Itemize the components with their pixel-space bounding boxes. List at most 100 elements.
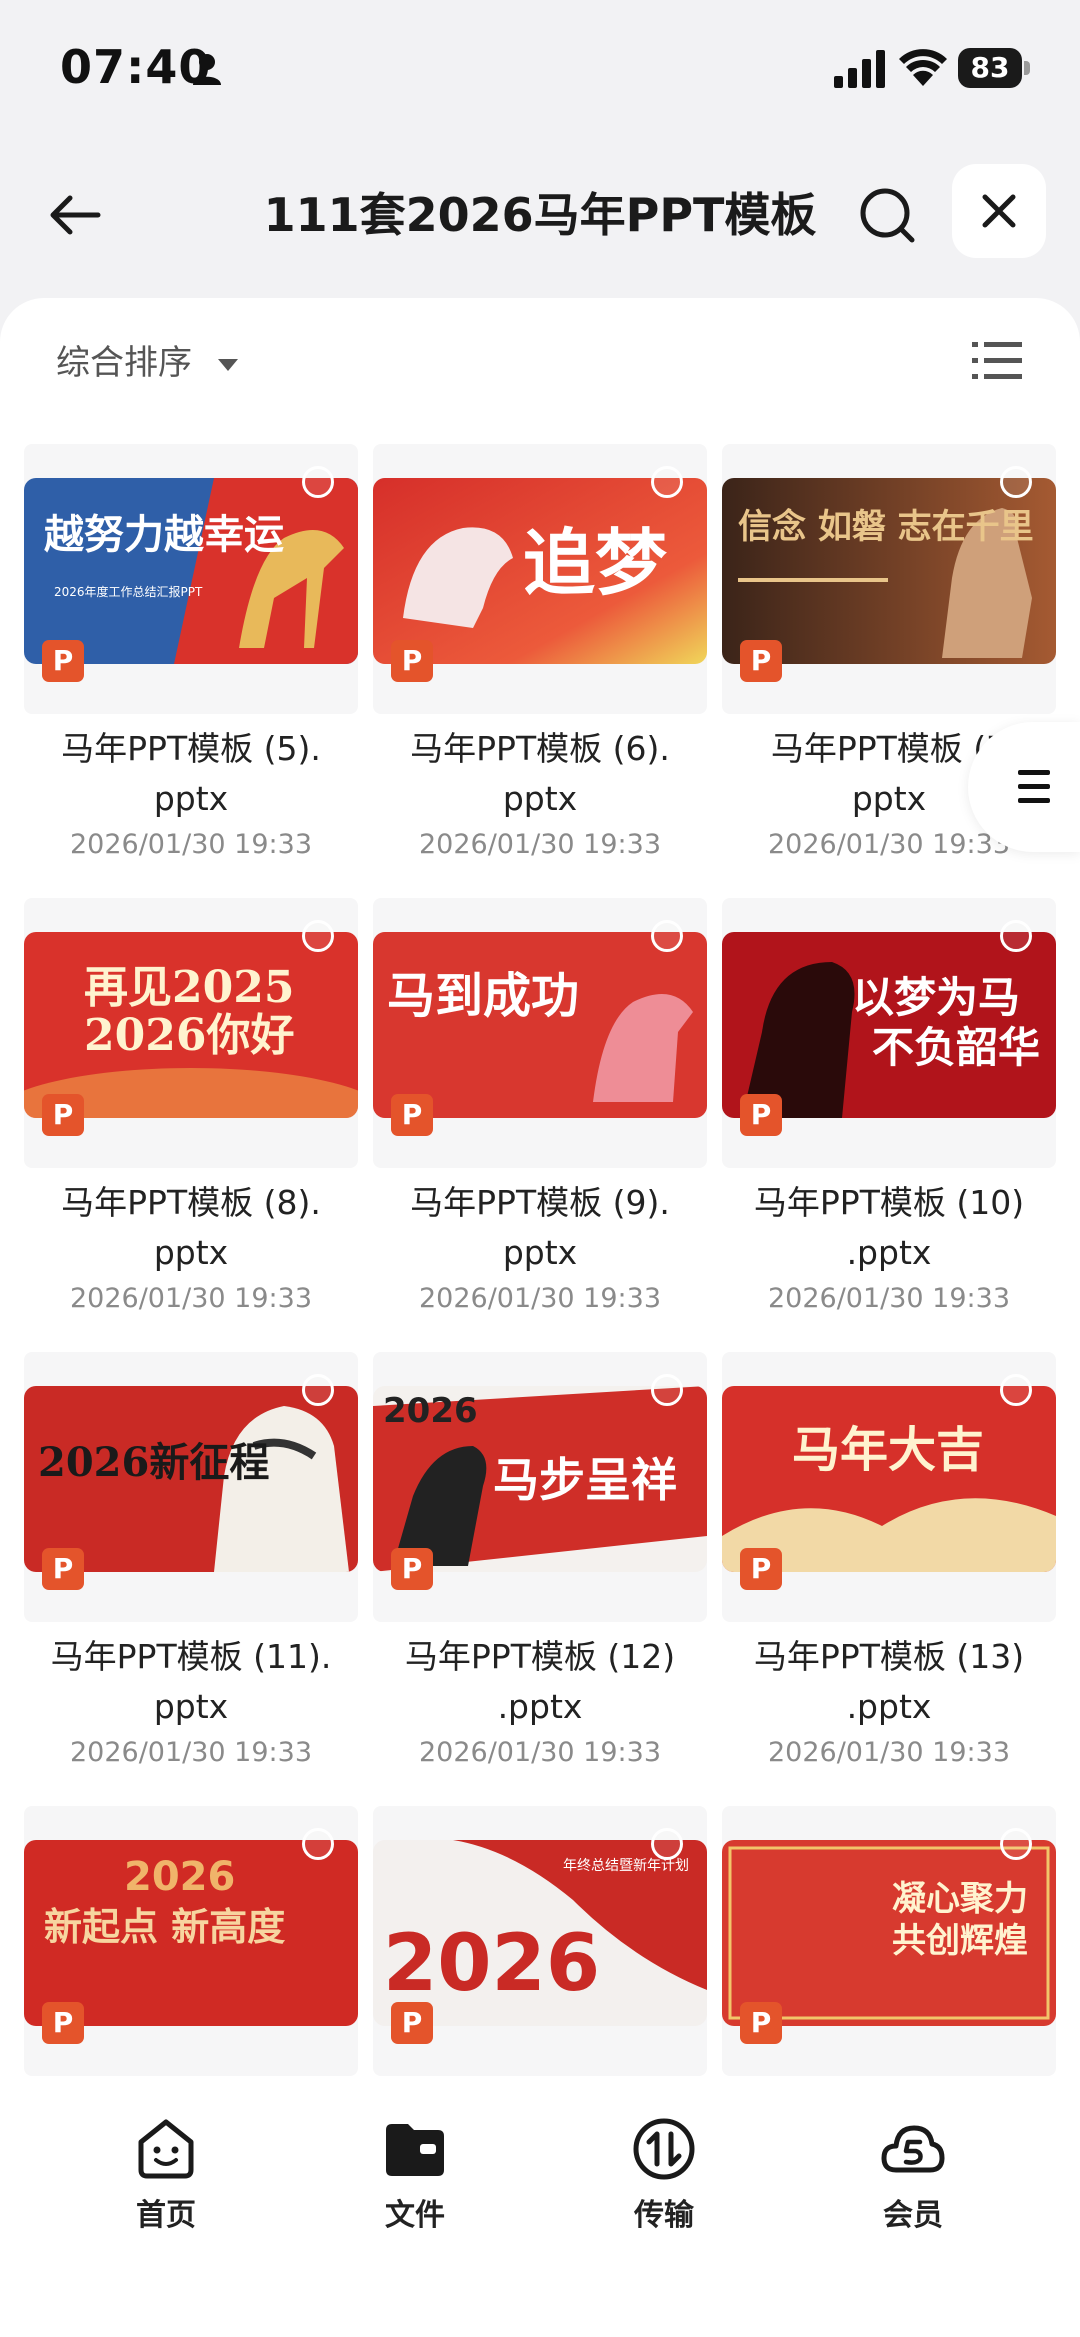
file-date: 2026/01/30 19:33: [418, 1283, 661, 1314]
list-view-icon[interactable]: [972, 338, 1022, 384]
file-name: 马年PPT模板 (10) .pptx: [753, 1183, 1025, 1272]
ppt-file-icon: P: [391, 1548, 433, 1590]
thumb-title: 2026新征程: [38, 1439, 269, 1486]
file-card[interactable]: 2026 马步呈祥 P 马年PPT模板 (12) .pptx 2026/01/30…: [373, 1352, 707, 1768]
select-checkbox[interactable]: [302, 1374, 334, 1406]
thumb-subtitle: 不负韶华: [872, 1023, 1040, 1072]
nav-label: 传输: [634, 2198, 694, 2233]
select-checkbox[interactable]: [1000, 1374, 1032, 1406]
status-bar: 07:40 83: [0, 0, 1080, 140]
file-card[interactable]: 凝心聚力 共创辉煌 P: [722, 1806, 1056, 2086]
file-date: 2026/01/30 19:33: [69, 1283, 312, 1314]
file-card[interactable]: 追梦 P 马年PPT模板 (6). pptx 2026/01/30 19:33: [373, 444, 707, 860]
select-checkbox[interactable]: [651, 1828, 683, 1860]
menu-icon: [1018, 770, 1050, 803]
file-thumbnail: 马到成功: [373, 932, 707, 1118]
file-thumbnail: 以梦为马 不负韶华: [722, 932, 1056, 1118]
thumb-subtitle: 2026你好: [84, 1010, 294, 1061]
file-card[interactable]: 2026 年终总结暨新年计划 P: [373, 1806, 707, 2086]
file-name: 马年PPT模板 (11). pptx: [50, 1637, 332, 1726]
ppt-file-icon: P: [391, 2002, 433, 2044]
file-date: 2026/01/30 19:33: [69, 1737, 312, 1768]
select-checkbox[interactable]: [302, 466, 334, 498]
thumb-subtitle: 年终总结暨新年计划: [563, 1858, 689, 1874]
ppt-file-icon: P: [391, 1094, 433, 1136]
thumb-title: 越努力越幸运: [44, 511, 284, 558]
select-checkbox[interactable]: [1000, 466, 1032, 498]
battery-level: 83: [958, 48, 1022, 88]
thumb-subtitle: 2026: [383, 1391, 478, 1431]
file-thumbnail: 2026新征程: [24, 1386, 358, 1572]
select-checkbox[interactable]: [1000, 920, 1032, 952]
select-checkbox[interactable]: [651, 466, 683, 498]
file-name: 马年PPT模板 (9). pptx: [410, 1183, 670, 1272]
file-name: 马年PPT模板 (13) .pptx: [753, 1637, 1025, 1726]
ppt-file-icon: P: [391, 640, 433, 682]
select-checkbox[interactable]: [1000, 1828, 1032, 1860]
thumb-subtitle: 2026: [124, 1854, 235, 1900]
cellular-signal-icon: [834, 50, 885, 88]
file-date: 2026/01/30 19:33: [418, 829, 661, 860]
back-arrow-icon[interactable]: [40, 180, 110, 250]
status-time: 07:40: [60, 40, 212, 94]
nav-files[interactable]: 文件: [315, 2116, 515, 2246]
select-checkbox[interactable]: [302, 920, 334, 952]
ppt-file-icon: P: [740, 2002, 782, 2044]
file-name: 马年PPT模板 (8). pptx: [61, 1183, 321, 1272]
file-card[interactable]: 信念 如磐 志在千里 P 马年PPT模板 (7 pptx 2026/01/30 1…: [722, 444, 1056, 860]
file-thumbnail: 2026 年终总结暨新年计划: [373, 1840, 707, 2026]
ppt-file-icon: P: [740, 1548, 782, 1590]
file-date: 2026/01/30 19:33: [767, 1283, 1010, 1314]
thumb-title: 凝心聚力: [892, 1879, 1028, 1919]
file-name: 马年PPT模板 (12) .pptx: [404, 1637, 676, 1726]
select-checkbox[interactable]: [651, 1374, 683, 1406]
file-name: 马年PPT模板 (5). pptx: [61, 729, 321, 818]
file-name: 马年PPT模板 (6). pptx: [410, 729, 670, 818]
vip-cloud-icon: [881, 2125, 945, 2173]
thumb-title: 信念 如磐 志在千里: [738, 507, 1034, 547]
search-icon[interactable]: [852, 180, 922, 250]
nav-label: 首页: [136, 2198, 196, 2233]
file-thumbnail: 信念 如磐 志在千里: [722, 478, 1056, 664]
folder-icon: [386, 2124, 444, 2176]
select-checkbox[interactable]: [302, 1828, 334, 1860]
file-date: 2026/01/30 19:33: [767, 1737, 1010, 1768]
battery-indicator: 83: [958, 48, 1030, 88]
thumb-title: 马年大吉: [792, 1422, 984, 1478]
thumb-subtitle: 共创辉煌: [892, 1921, 1028, 1961]
sort-label: 综合排序: [56, 343, 192, 383]
nav-vip[interactable]: 会员: [813, 2116, 1013, 2246]
file-card[interactable]: 马年大吉 P 马年PPT模板 (13) .pptx 2026/01/30 19:3…: [722, 1352, 1056, 1768]
nav-home[interactable]: 首页: [66, 2116, 266, 2246]
file-thumbnail: 马年大吉: [722, 1386, 1056, 1572]
file-date: 2026/01/30 19:33: [69, 829, 312, 860]
thumb-title: 新起点 新高度: [44, 1904, 285, 1949]
file-panel: 综合排序 越努力越幸运 2026年度工作总结汇报PPT P 马年PPT模板 (5…: [0, 298, 1080, 2337]
bottom-navigation: 首页 文件 传输 会员: [0, 2080, 1080, 2337]
thumb-subtitle: 2026年度工作总结汇报PPT: [54, 584, 203, 599]
person-icon: [193, 54, 221, 85]
file-card[interactable]: 越努力越幸运 2026年度工作总结汇报PPT P 马年PPT模板 (5). ppt…: [24, 444, 358, 860]
app-header: 111套2026马年PPT模板: [0, 150, 1080, 280]
file-card[interactable]: 2026新征程 P 马年PPT模板 (11). pptx 2026/01/30 1…: [24, 1352, 358, 1768]
thumb-title: 马步呈祥: [493, 1453, 677, 1507]
file-card[interactable]: 2026 新起点 新高度 P: [24, 1806, 358, 2086]
select-checkbox[interactable]: [651, 920, 683, 952]
file-thumbnail: 凝心聚力 共创辉煌: [722, 1840, 1056, 2026]
close-button[interactable]: [952, 164, 1046, 258]
file-card[interactable]: 再见2025 2026你好 P 马年PPT模板 (8). pptx 2026/01…: [24, 898, 358, 1314]
home-face-icon: [138, 2119, 194, 2179]
file-card[interactable]: 以梦为马 不负韶华 P 马年PPT模板 (10) .pptx 2026/01/30…: [722, 898, 1056, 1314]
caret-down-icon: [218, 358, 238, 371]
sort-dropdown[interactable]: 综合排序: [56, 340, 238, 386]
file-date: 2026/01/30 19:33: [418, 1737, 661, 1768]
nav-transfer[interactable]: 传输: [564, 2116, 764, 2246]
file-thumbnail: 追梦: [373, 478, 707, 664]
nav-label: 文件: [385, 2198, 445, 2233]
ppt-file-icon: P: [42, 1548, 84, 1590]
thumb-title: 以梦为马: [852, 973, 1020, 1022]
close-icon: [982, 194, 1016, 228]
ppt-file-icon: P: [42, 2002, 84, 2044]
file-thumbnail: 越努力越幸运 2026年度工作总结汇报PPT: [24, 478, 358, 664]
file-card[interactable]: 马到成功 P 马年PPT模板 (9). pptx 2026/01/30 19:33: [373, 898, 707, 1314]
